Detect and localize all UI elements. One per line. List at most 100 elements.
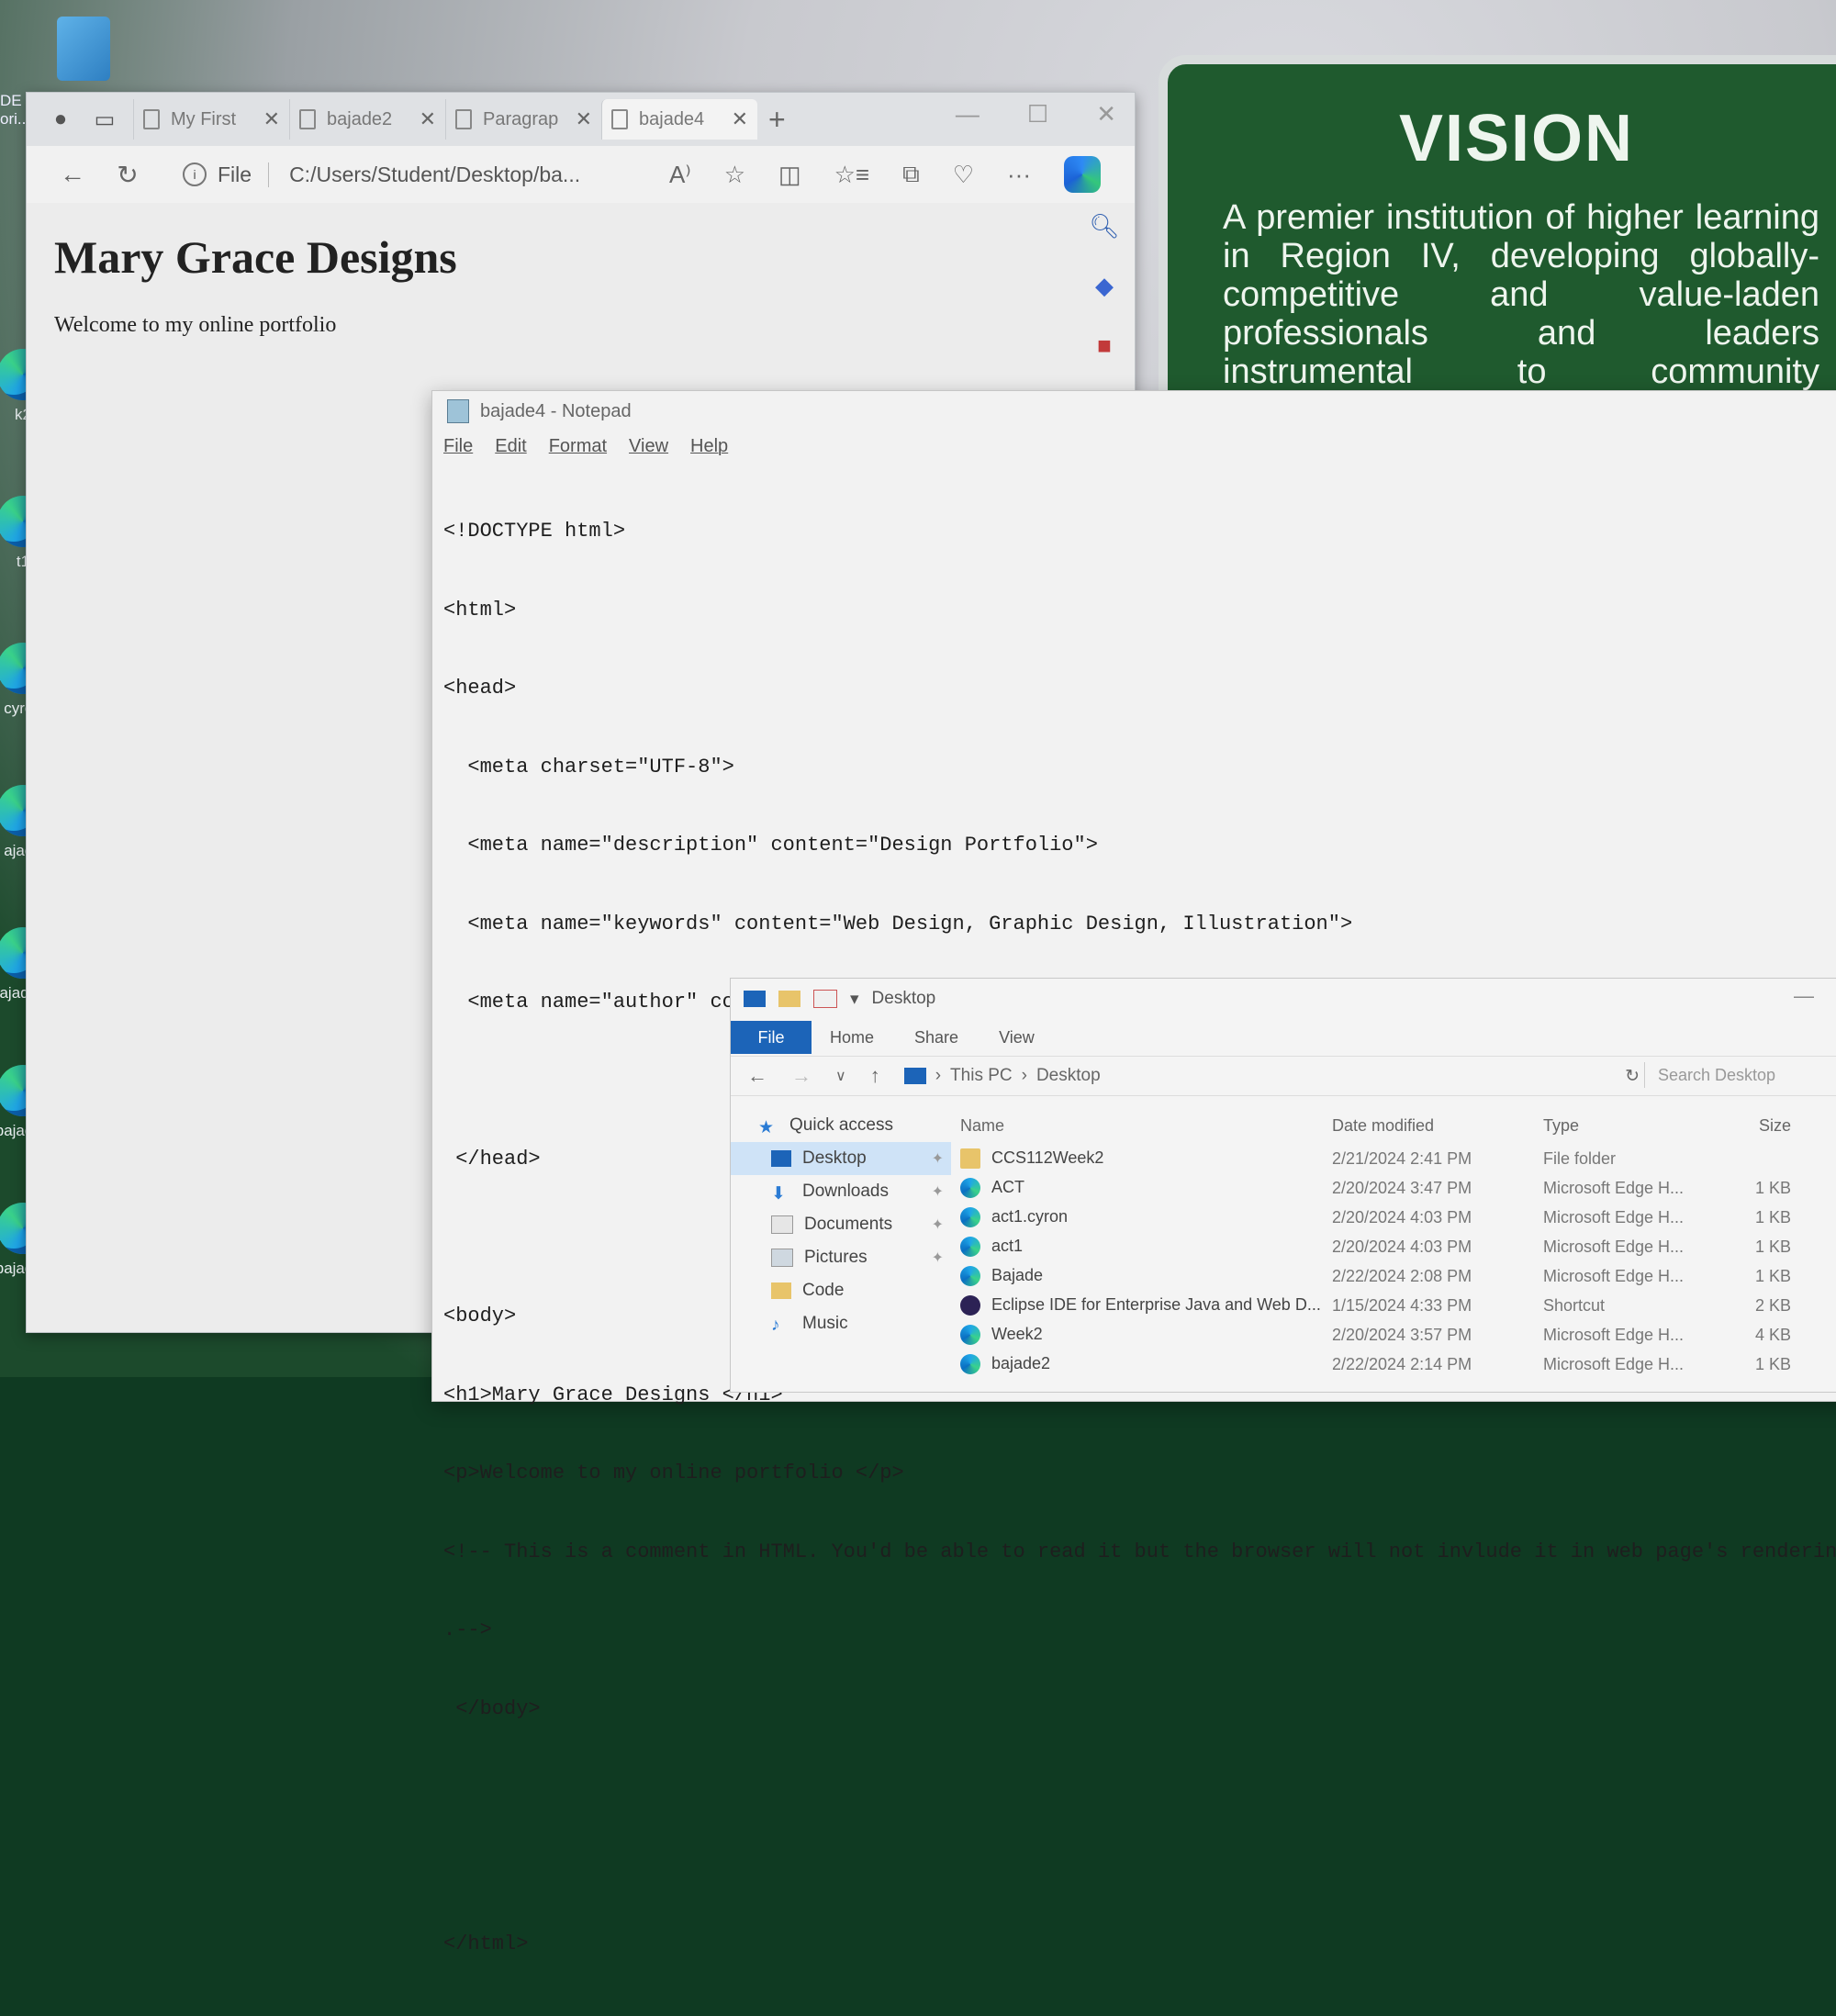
ribbon-tab-home[interactable]: Home xyxy=(830,1028,874,1047)
browser-tab[interactable]: Paragrap ✕ xyxy=(445,99,601,140)
read-aloud-icon[interactable]: A⁾ xyxy=(669,161,691,189)
file-row[interactable]: Eclipse IDE for Enterprise Java and Web … xyxy=(951,1291,1836,1320)
tab-title: My First xyxy=(171,108,237,129)
browser-essentials-icon[interactable]: ♡ xyxy=(953,161,974,189)
close-tab-icon[interactable]: ✕ xyxy=(732,107,748,131)
ribbon-tab-share[interactable]: Share xyxy=(914,1028,958,1047)
file-type: File folder xyxy=(1543,1148,1617,1168)
up-icon[interactable]: ↑ xyxy=(870,1064,880,1088)
file-type: Microsoft Edge H... xyxy=(1543,1325,1685,1344)
nav-label: Desktop xyxy=(802,1148,867,1168)
file-row[interactable]: Bajade 2/22/2024 2:08 PM Microsoft Edge … xyxy=(951,1261,1836,1291)
column-type[interactable]: Type xyxy=(1543,1116,1718,1136)
new-folder-icon[interactable] xyxy=(778,991,800,1007)
favorites-icon[interactable]: ☆≡ xyxy=(834,161,869,189)
forward-icon[interactable]: → xyxy=(791,1064,812,1088)
minimize-icon[interactable]: — xyxy=(1794,984,1814,1008)
ribbon-tab-file[interactable]: File xyxy=(731,1021,812,1054)
file-date: 2/20/2024 4:03 PM xyxy=(1332,1237,1472,1256)
shopping-tag-icon[interactable]: ◆ xyxy=(1095,272,1114,300)
file-row[interactable]: CCS112Week2 2/21/2024 2:41 PM File folde… xyxy=(951,1144,1836,1173)
file-list-header: Name Date modified Type Size xyxy=(951,1096,1836,1144)
file-name: ACT xyxy=(991,1177,1024,1196)
file-name: act1.cyron xyxy=(991,1206,1069,1226)
menu-help[interactable]: Help xyxy=(690,436,728,457)
nav-item-desktop[interactable]: Desktop ✦ xyxy=(731,1142,951,1175)
collections-icon[interactable]: ⧉ xyxy=(902,160,920,189)
nav-item-pictures[interactable]: Pictures ✦ xyxy=(731,1241,951,1274)
music-icon: ♪ xyxy=(771,1316,780,1335)
split-screen-icon[interactable]: ◫ xyxy=(778,161,801,189)
window-controls: — ☐ ✕ xyxy=(956,100,1116,129)
nav-label: Pictures xyxy=(804,1248,868,1267)
column-size[interactable]: Size xyxy=(1718,1116,1791,1136)
file-size: 1 KB xyxy=(1754,1266,1791,1285)
close-tab-icon[interactable]: ✕ xyxy=(420,107,436,131)
nav-item-code[interactable]: Code xyxy=(731,1274,951,1307)
tab-title: Paragrap xyxy=(483,108,559,129)
file-row[interactable]: ACT 2/20/2024 3:47 PM Microsoft Edge H..… xyxy=(951,1173,1836,1203)
file-row[interactable]: act1 2/20/2024 4:03 PM Microsoft Edge H.… xyxy=(951,1232,1836,1261)
breadcrumb-separator: › xyxy=(1021,1066,1027,1085)
new-tab-icon[interactable]: + xyxy=(768,103,786,137)
nav-item-music[interactable]: ♪ Music xyxy=(731,1307,951,1340)
recent-locations-icon[interactable]: ∨ xyxy=(835,1067,846,1085)
code-line: <meta name="description" content="Design… xyxy=(443,834,1098,857)
file-row[interactable]: act1.cyron 2/20/2024 4:03 PM Microsoft E… xyxy=(951,1203,1836,1232)
maximize-icon[interactable]: ☐ xyxy=(1027,100,1048,129)
browser-tab[interactable]: bajade2 ✕ xyxy=(289,99,445,140)
code-line: <p>Welcome to my online portfolio </p> xyxy=(443,1462,904,1484)
breadcrumb-separator: › xyxy=(935,1066,942,1085)
edge-file-icon xyxy=(960,1207,980,1228)
back-icon[interactable]: ← xyxy=(747,1064,767,1088)
browser-tab-active[interactable]: bajade4 ✕ xyxy=(601,99,757,140)
column-date-modified[interactable]: Date modified xyxy=(1332,1116,1543,1136)
breadcrumb-desktop[interactable]: Desktop xyxy=(1036,1066,1101,1086)
menu-edit[interactable]: Edit xyxy=(495,436,526,457)
file-type: Microsoft Edge H... xyxy=(1543,1207,1685,1226)
file-size: 2 KB xyxy=(1754,1295,1791,1315)
tab-bar: ● ▭ My First ✕ bajade2 ✕ Paragrap ✕ baja… xyxy=(27,93,1135,146)
browser-tab[interactable]: My First ✕ xyxy=(133,99,289,140)
back-icon[interactable]: ← xyxy=(45,160,100,189)
close-tab-icon[interactable]: ✕ xyxy=(263,107,280,131)
file-row[interactable]: Week2 2/20/2024 3:57 PM Microsoft Edge H… xyxy=(951,1320,1836,1350)
tools-icon[interactable]: ■ xyxy=(1097,331,1112,360)
menu-format[interactable]: Format xyxy=(549,436,607,457)
desktop-app-icon[interactable] xyxy=(57,17,110,81)
tab-actions-icon[interactable]: ▭ xyxy=(89,104,120,135)
more-icon[interactable]: ··· xyxy=(1007,161,1031,189)
menu-file[interactable]: File xyxy=(443,436,473,457)
address-bar[interactable]: i File C:/Users/Student/Desktop/ba... xyxy=(183,162,642,187)
close-icon[interactable]: ✕ xyxy=(1096,100,1116,129)
profile-icon[interactable]: ● xyxy=(45,104,76,135)
nav-item-downloads[interactable]: ⬇ Downloads ✦ xyxy=(731,1175,951,1208)
page-paragraph: Welcome to my online portfolio xyxy=(54,313,337,337)
info-icon[interactable]: i xyxy=(183,162,207,186)
refresh-icon[interactable]: ↻ xyxy=(100,160,155,190)
minimize-icon[interactable]: — xyxy=(956,100,980,129)
search-icon[interactable]: 🔍︎ xyxy=(1089,212,1119,241)
url-text[interactable]: C:/Users/Student/Desktop/ba... xyxy=(289,162,580,187)
nav-item-documents[interactable]: Documents ✦ xyxy=(731,1208,951,1241)
refresh-icon[interactable]: ↻ xyxy=(1625,1066,1640,1087)
close-tab-icon[interactable]: ✕ xyxy=(576,107,592,131)
edge-file-icon xyxy=(960,1266,980,1287)
file-type: Shortcut xyxy=(1543,1295,1606,1315)
file-date: 2/22/2024 2:14 PM xyxy=(1332,1354,1472,1373)
ribbon-tab-view[interactable]: View xyxy=(999,1028,1035,1047)
nav-item-quick-access[interactable]: ★ Quick access xyxy=(731,1109,951,1142)
copilot-icon[interactable] xyxy=(1063,156,1101,193)
breadcrumb-this-pc[interactable]: This PC xyxy=(950,1066,1013,1086)
file-type: Microsoft Edge H... xyxy=(1543,1237,1685,1256)
file-row[interactable]: bajade2 2/22/2024 2:14 PM Microsoft Edge… xyxy=(951,1350,1836,1379)
menu-view[interactable]: View xyxy=(629,436,668,457)
file-size: 4 KB xyxy=(1754,1325,1791,1344)
properties-icon[interactable] xyxy=(813,990,837,1008)
navigation-pane: ★ Quick access Desktop ✦ ⬇ Downloads ✦ D… xyxy=(731,1096,951,1379)
code-line: </body> xyxy=(443,1697,541,1720)
star-icon[interactable]: ☆ xyxy=(724,161,745,189)
quick-access-dropdown-icon[interactable]: ▾ xyxy=(850,989,859,1010)
search-input[interactable]: Search Desktop xyxy=(1644,1062,1823,1088)
column-name[interactable]: Name xyxy=(951,1116,1332,1136)
